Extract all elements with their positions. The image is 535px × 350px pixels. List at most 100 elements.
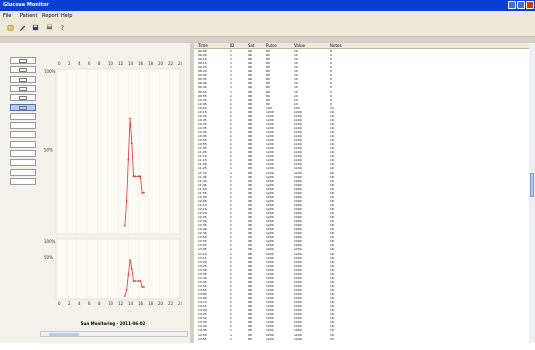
window-title: Glucose Monitor <box>3 2 49 8</box>
y-axis-label: 100% <box>44 239 56 244</box>
sidebar-button[interactable] <box>10 140 36 148</box>
sidebar-button[interactable] <box>10 131 36 139</box>
sidebar-button-icon <box>19 96 27 101</box>
sidebar-button-icon <box>19 105 27 110</box>
sidebar-button-icon <box>19 86 27 91</box>
x-tick-label: 4 <box>78 61 81 66</box>
menu-report[interactable]: Report <box>42 13 59 19</box>
sidebar-button-icon <box>19 59 27 63</box>
menu-bar: File Patient Report Help <box>0 11 535 20</box>
table-row[interactable]: 14:55 1 98 1200 1200 16 <box>194 337 529 341</box>
x-tick-label: 22 <box>168 61 174 66</box>
x-tick-label: 10 <box>108 61 114 66</box>
data-point <box>134 175 137 178</box>
x-tick-label: 16 <box>138 61 144 66</box>
x-tick-label: 20 <box>158 301 164 306</box>
sidebar-button[interactable] <box>10 75 36 83</box>
save-icon[interactable] <box>32 24 39 31</box>
y-tick-label: 50% <box>44 148 53 153</box>
x-tick-label: 0 <box>58 301 61 306</box>
x-tick-label: 2 <box>68 61 71 66</box>
open-icon[interactable] <box>7 24 14 31</box>
data-point <box>142 191 145 194</box>
data-point <box>127 274 130 276</box>
help-icon[interactable]: ? <box>59 24 66 31</box>
data-point <box>130 142 133 145</box>
sidebar-button[interactable] <box>10 112 36 120</box>
sidebar-button[interactable] <box>10 84 36 92</box>
x-tick-label: 16 <box>138 301 144 306</box>
column-header[interactable]: Notes <box>330 43 342 48</box>
table-cell: 1200 <box>294 336 302 341</box>
x-tick-label: 20 <box>158 61 164 66</box>
table-cell: 1 <box>230 336 232 341</box>
sidebar-button[interactable] <box>10 94 36 102</box>
vertical-scrollbar[interactable] <box>529 43 535 343</box>
table-cell: 1200 <box>266 336 274 341</box>
x-tick-label: 14 <box>128 301 134 306</box>
scroll-thumb[interactable] <box>49 333 79 336</box>
x-tick-label: 8 <box>98 61 101 66</box>
sidebar-button[interactable] <box>10 57 36 64</box>
sidebar-button-icon <box>19 77 27 82</box>
data-point <box>137 175 140 178</box>
table-cell: 98 <box>248 336 252 341</box>
sidebar-button[interactable] <box>10 150 36 157</box>
column-header[interactable]: Value <box>294 43 305 48</box>
x-tick-label: 12 <box>118 301 124 306</box>
sidebar-button-icon <box>19 68 27 73</box>
data-point <box>132 175 135 178</box>
menu-file[interactable]: File <box>3 13 11 19</box>
sidebar-button[interactable] <box>10 177 36 185</box>
x-tick-label: 8 <box>98 301 101 306</box>
edit-icon[interactable] <box>19 24 26 31</box>
horizontal-scrollbar[interactable] <box>40 331 188 337</box>
sidebar-button[interactable] <box>10 66 36 74</box>
data-point <box>125 200 128 202</box>
x-tick-label: 18 <box>148 61 154 66</box>
data-point <box>125 289 128 291</box>
sidebar-button[interactable] <box>10 159 36 167</box>
data-point <box>127 158 130 161</box>
data-point <box>123 295 126 297</box>
menu-patient[interactable]: Patient <box>20 13 37 19</box>
x-tick-label: 2 <box>68 301 71 306</box>
toolbar: ? <box>0 20 535 37</box>
left-panel: 0 2 4 6 8 10 12 14 16 18 20 22 24 0 2 4 6 8 10 12 14 16 18 20 22… <box>0 43 190 343</box>
column-header[interactable]: ID <box>230 43 234 48</box>
column-header[interactable]: Pulse <box>266 43 277 48</box>
x-tick-label: 12 <box>118 61 124 66</box>
menu-help[interactable]: Help <box>61 13 72 19</box>
data-point <box>123 224 126 227</box>
x-tick-label: 14 <box>128 61 134 66</box>
data-point <box>129 117 131 120</box>
y-axis-label: 100% <box>44 69 56 74</box>
x-tick-label: 24 <box>178 61 182 66</box>
column-header[interactable]: Time <box>198 43 208 48</box>
x-tick-label: 22 <box>168 301 174 306</box>
title-bar: Glucose Monitor <box>0 0 535 11</box>
data-point <box>141 286 144 288</box>
chart-svg: 0 2 4 6 8 10 12 14 16 18 20 22 240 2 4 6 8 10 12 14 16 18 20 22… <box>44 61 184 306</box>
y-tick-label: 50% <box>44 255 53 260</box>
svg-text:?: ? <box>61 25 64 31</box>
print-icon[interactable] <box>46 24 53 31</box>
maximize-button[interactable] <box>517 1 525 9</box>
table-cell: 16 <box>330 336 334 341</box>
close-button[interactable] <box>526 1 534 9</box>
table-cell: 14:55 <box>198 336 207 341</box>
column-header[interactable]: Sat <box>248 43 255 48</box>
minimize-button[interactable] <box>508 1 516 9</box>
x-tick-label: 6 <box>88 61 91 66</box>
x-tick-label: 10 <box>108 301 114 306</box>
sidebar-button[interactable] <box>10 103 36 111</box>
scroll-thumb[interactable] <box>530 173 534 197</box>
data-point <box>130 268 133 270</box>
data-point <box>139 175 142 178</box>
sidebar-button[interactable] <box>10 122 36 130</box>
data-point <box>141 191 144 194</box>
sidebar-button[interactable] <box>10 168 36 176</box>
data-point <box>139 280 142 282</box>
data-grid: Time ID Sat Pulse Value Notes 09:00 1 98 80… <box>194 43 529 343</box>
data-point <box>134 280 137 282</box>
